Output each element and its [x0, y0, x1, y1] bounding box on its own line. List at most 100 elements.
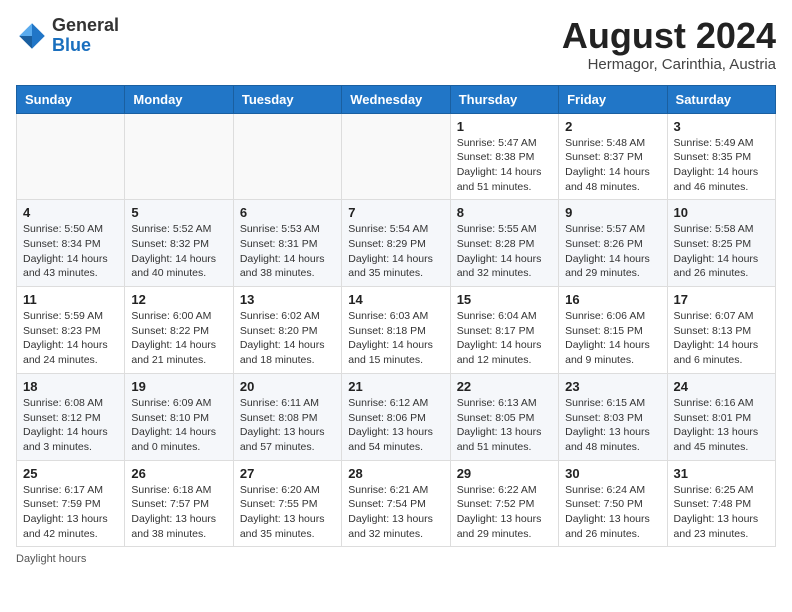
day-number: 31	[674, 466, 769, 481]
day-number: 14	[348, 292, 443, 307]
calendar-cell: 5 Sunrise: 5:52 AM Sunset: 8:32 PM Daylig…	[125, 200, 233, 287]
day-info: Sunrise: 5:52 AM Sunset: 8:32 PM Dayligh…	[131, 222, 226, 281]
day-number: 5	[131, 205, 226, 220]
calendar-cell	[233, 113, 341, 200]
day-number: 18	[23, 379, 118, 394]
day-number: 20	[240, 379, 335, 394]
day-number: 29	[457, 466, 552, 481]
calendar-table: SundayMondayTuesdayWednesdayThursdayFrid…	[16, 85, 776, 548]
calendar-cell: 3Sunrise: 5:49 AM Sunset: 8:35 PM Daylig…	[667, 113, 775, 200]
calendar-cell: 27 Sunrise: 6:20 AM Sunset: 7:55 PM Dayli…	[233, 460, 341, 547]
calendar-cell: 7 Sunrise: 5:54 AM Sunset: 8:29 PM Daylig…	[342, 200, 450, 287]
calendar-cell: 18 Sunrise: 6:08 AM Sunset: 8:12 PM Dayli…	[17, 373, 125, 460]
logo-blue: Blue	[52, 35, 91, 55]
day-info: Sunrise: 6:13 AM Sunset: 8:05 PM Dayligh…	[457, 396, 552, 455]
day-info: Sunrise: 6:21 AM Sunset: 7:54 PM Dayligh…	[348, 483, 443, 542]
calendar-cell: 24Sunrise: 6:16 AM Sunset: 8:01 PM Dayli…	[667, 373, 775, 460]
month-year: August 2024	[562, 16, 776, 56]
day-number: 16	[565, 292, 660, 307]
day-info: Sunrise: 6:11 AM Sunset: 8:08 PM Dayligh…	[240, 396, 335, 455]
logo-general: General	[52, 15, 119, 35]
day-info: Sunrise: 6:07 AM Sunset: 8:13 PM Dayligh…	[674, 309, 769, 368]
calendar-cell: 22 Sunrise: 6:13 AM Sunset: 8:05 PM Dayli…	[450, 373, 558, 460]
calendar-cell: 19Sunrise: 6:09 AM Sunset: 8:10 PM Dayli…	[125, 373, 233, 460]
day-number: 25	[23, 466, 118, 481]
day-number: 21	[348, 379, 443, 394]
day-number: 3	[674, 119, 769, 134]
logo-text: General Blue	[52, 16, 119, 56]
day-info: Sunrise: 6:18 AM Sunset: 7:57 PM Dayligh…	[131, 483, 226, 542]
col-header-friday: Friday	[559, 85, 667, 113]
logo-icon	[16, 20, 48, 52]
calendar-cell: 1 Sunrise: 5:47 AM Sunset: 8:38 PM Daylig…	[450, 113, 558, 200]
calendar-cell	[125, 113, 233, 200]
calendar-cell: 10Sunrise: 5:58 AM Sunset: 8:25 PM Dayli…	[667, 200, 775, 287]
day-info: Sunrise: 6:02 AM Sunset: 8:20 PM Dayligh…	[240, 309, 335, 368]
day-info: Sunrise: 6:15 AM Sunset: 8:03 PM Dayligh…	[565, 396, 660, 455]
calendar-week-4: 18 Sunrise: 6:08 AM Sunset: 8:12 PM Dayli…	[17, 373, 776, 460]
calendar-cell: 20 Sunrise: 6:11 AM Sunset: 8:08 PM Dayli…	[233, 373, 341, 460]
calendar-cell: 23 Sunrise: 6:15 AM Sunset: 8:03 PM Dayli…	[559, 373, 667, 460]
day-number: 12	[131, 292, 226, 307]
day-info: Sunrise: 5:53 AM Sunset: 8:31 PM Dayligh…	[240, 222, 335, 281]
calendar-cell	[17, 113, 125, 200]
day-info: Sunrise: 6:08 AM Sunset: 8:12 PM Dayligh…	[23, 396, 118, 455]
day-info: Sunrise: 5:54 AM Sunset: 8:29 PM Dayligh…	[348, 222, 443, 281]
calendar-cell: 17 Sunrise: 6:07 AM Sunset: 8:13 PM Dayli…	[667, 287, 775, 374]
day-info: Sunrise: 6:12 AM Sunset: 8:06 PM Dayligh…	[348, 396, 443, 455]
day-number: 28	[348, 466, 443, 481]
day-info: Sunrise: 6:00 AM Sunset: 8:22 PM Dayligh…	[131, 309, 226, 368]
day-info: Sunrise: 6:24 AM Sunset: 7:50 PM Dayligh…	[565, 483, 660, 542]
day-number: 11	[23, 292, 118, 307]
calendar-cell: 6 Sunrise: 5:53 AM Sunset: 8:31 PM Daylig…	[233, 200, 341, 287]
day-number: 15	[457, 292, 552, 307]
day-number: 23	[565, 379, 660, 394]
day-number: 4	[23, 205, 118, 220]
calendar-cell: 8 Sunrise: 5:55 AM Sunset: 8:28 PM Daylig…	[450, 200, 558, 287]
day-info: Sunrise: 6:06 AM Sunset: 8:15 PM Dayligh…	[565, 309, 660, 368]
day-info: Sunrise: 6:20 AM Sunset: 7:55 PM Dayligh…	[240, 483, 335, 542]
calendar-cell: 13 Sunrise: 6:02 AM Sunset: 8:20 PM Dayli…	[233, 287, 341, 374]
location: Hermagor, Carinthia, Austria	[562, 56, 776, 73]
calendar-cell: 28 Sunrise: 6:21 AM Sunset: 7:54 PM Dayli…	[342, 460, 450, 547]
col-header-saturday: Saturday	[667, 85, 775, 113]
day-number: 2	[565, 119, 660, 134]
logo: General Blue	[16, 16, 119, 56]
day-info: Sunrise: 5:57 AM Sunset: 8:26 PM Dayligh…	[565, 222, 660, 281]
day-number: 17	[674, 292, 769, 307]
day-number: 9	[565, 205, 660, 220]
day-info: Sunrise: 6:03 AM Sunset: 8:18 PM Dayligh…	[348, 309, 443, 368]
day-number: 10	[674, 205, 769, 220]
day-number: 27	[240, 466, 335, 481]
calendar-cell: 21 Sunrise: 6:12 AM Sunset: 8:06 PM Dayli…	[342, 373, 450, 460]
day-info: Sunrise: 5:55 AM Sunset: 8:28 PM Dayligh…	[457, 222, 552, 281]
day-number: 19	[131, 379, 226, 394]
day-number: 8	[457, 205, 552, 220]
day-number: 6	[240, 205, 335, 220]
day-number: 7	[348, 205, 443, 220]
calendar-cell: 9 Sunrise: 5:57 AM Sunset: 8:26 PM Daylig…	[559, 200, 667, 287]
day-info: Sunrise: 5:47 AM Sunset: 8:38 PM Dayligh…	[457, 136, 552, 195]
calendar-cell: 30 Sunrise: 6:24 AM Sunset: 7:50 PM Dayli…	[559, 460, 667, 547]
calendar-week-3: 11 Sunrise: 5:59 AM Sunset: 8:23 PM Dayli…	[17, 287, 776, 374]
calendar-cell	[342, 113, 450, 200]
calendar-header-row: SundayMondayTuesdayWednesdayThursdayFrid…	[17, 85, 776, 113]
day-info: Sunrise: 6:25 AM Sunset: 7:48 PM Dayligh…	[674, 483, 769, 542]
calendar-cell: 29Sunrise: 6:22 AM Sunset: 7:52 PM Dayli…	[450, 460, 558, 547]
page-header: General Blue August 2024 Hermagor, Carin…	[16, 16, 776, 73]
day-number: 13	[240, 292, 335, 307]
col-header-monday: Monday	[125, 85, 233, 113]
calendar-cell: 25Sunrise: 6:17 AM Sunset: 7:59 PM Dayli…	[17, 460, 125, 547]
col-header-sunday: Sunday	[17, 85, 125, 113]
day-number: 30	[565, 466, 660, 481]
day-number: 1	[457, 119, 552, 134]
day-number: 22	[457, 379, 552, 394]
day-info: Sunrise: 6:16 AM Sunset: 8:01 PM Dayligh…	[674, 396, 769, 455]
calendar-cell: 12 Sunrise: 6:00 AM Sunset: 8:22 PM Dayli…	[125, 287, 233, 374]
day-info: Sunrise: 5:59 AM Sunset: 8:23 PM Dayligh…	[23, 309, 118, 368]
title-block: August 2024 Hermagor, Carinthia, Austria	[562, 16, 776, 73]
calendar-week-1: 1 Sunrise: 5:47 AM Sunset: 8:38 PM Daylig…	[17, 113, 776, 200]
col-header-tuesday: Tuesday	[233, 85, 341, 113]
day-info: Sunrise: 5:48 AM Sunset: 8:37 PM Dayligh…	[565, 136, 660, 195]
footer: Daylight hours	[16, 553, 776, 565]
